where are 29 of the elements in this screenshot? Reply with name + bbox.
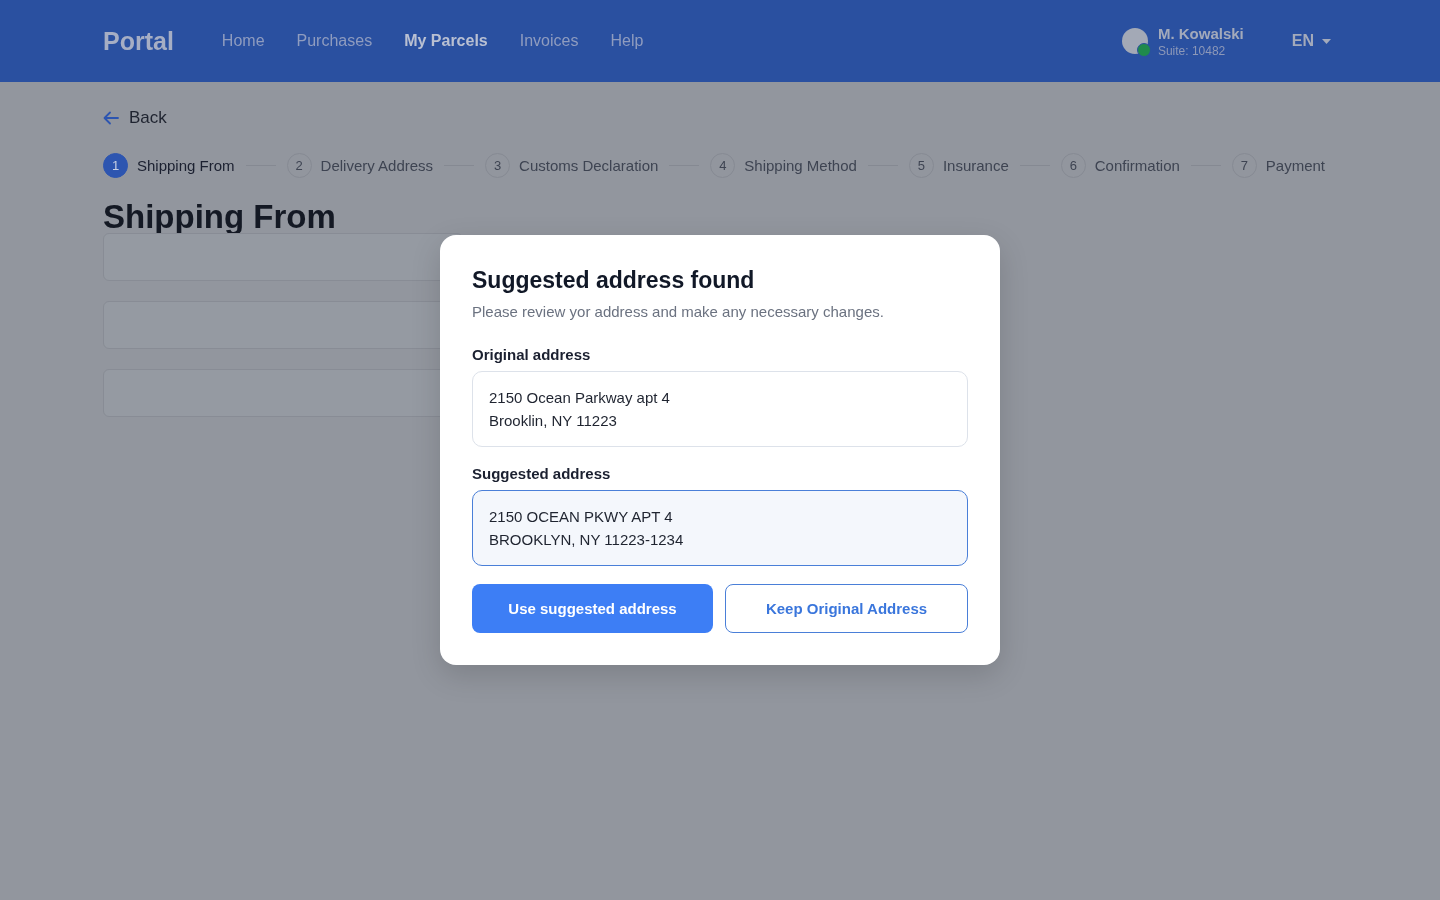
back-link[interactable]: Back	[103, 108, 167, 128]
language-selector[interactable]: EN	[1291, 32, 1331, 50]
step-tab[interactable]: 4 Shipping Method	[710, 153, 857, 178]
page-heading: Shipping From	[103, 200, 337, 233]
nav-link[interactable]: Purchases	[296, 32, 373, 50]
use-suggested-button[interactable]: Use suggested address	[472, 583, 713, 633]
nav-link[interactable]: My Parcels	[404, 32, 488, 50]
nav-link[interactable]: Invoices	[519, 32, 579, 50]
input-field[interactable]	[103, 233, 463, 281]
suite-number: Suite: 10482	[1157, 43, 1227, 58]
caret-icon	[1322, 38, 1331, 44]
step-tab[interactable]: 5 Insurance	[908, 153, 1009, 178]
modal-subtitle: Please review yor address and make any necessary changes.	[472, 302, 885, 320]
step-tab[interactable]: 2 Delivery Address	[286, 153, 434, 178]
keep-original-button[interactable]: Keep Original Address	[725, 583, 968, 633]
nav-link[interactable]: Home	[221, 32, 265, 50]
nav-link[interactable]: Help	[610, 32, 644, 50]
address-label: Suggested address	[472, 464, 612, 482]
address-option[interactable]: 2150 Ocean Parkway apt 4 Brooklin, NY 11223	[472, 370, 968, 447]
step-tab[interactable]: 1 Shipping From	[103, 153, 235, 178]
step-tab[interactable]: 7 Payment	[1231, 153, 1326, 178]
modal-title: Suggested address found	[472, 267, 756, 295]
address-label: Original address	[472, 345, 592, 363]
step-tab[interactable]: 6 Confirmation	[1060, 153, 1180, 178]
address-option[interactable]: 2150 OCEAN PKWY APT 4 BROOKLYN, NY 11223-1234	[472, 489, 968, 566]
arrow-left-icon	[103, 111, 119, 125]
step-tab[interactable]: 3 Customs Declaration	[485, 153, 659, 178]
portal-logo[interactable]: Portal	[103, 26, 174, 56]
user-name: M. Kowalski	[1157, 24, 1244, 42]
